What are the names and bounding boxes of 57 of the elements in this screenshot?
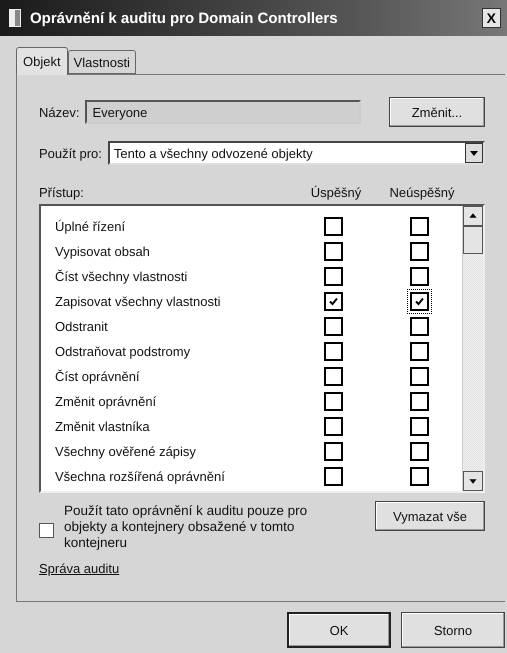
permission-name: Změnit vlastníka <box>55 419 151 434</box>
scroll-up-icon[interactable] <box>463 206 483 226</box>
scroll-thumb[interactable] <box>463 226 483 254</box>
permission-name: Všechna rozšířená oprávnění <box>55 469 226 484</box>
checkbox[interactable] <box>324 242 342 261</box>
permission-name: Odstraňovat podstromy <box>55 344 192 359</box>
checkbox[interactable] <box>324 317 342 336</box>
checkbox[interactable] <box>39 523 54 538</box>
checkbox[interactable] <box>410 392 428 411</box>
checkbox[interactable] <box>410 342 428 361</box>
permission-name: Vypisovat obsah <box>55 244 151 259</box>
permission-name: Číst oprávnění <box>55 369 141 384</box>
checkbox[interactable] <box>324 267 342 286</box>
column-header: Neúspěšný <box>388 185 456 200</box>
checkbox[interactable] <box>410 317 428 336</box>
dialog-button[interactable]: OK <box>287 612 391 648</box>
close-button[interactable]: X <box>482 8 501 28</box>
change-button[interactable]: Změnit... <box>389 97 485 127</box>
checkbox[interactable] <box>410 367 428 386</box>
checkbox[interactable] <box>410 417 428 436</box>
checkbox[interactable] <box>324 392 342 411</box>
checkbox[interactable] <box>410 442 428 461</box>
check-icon <box>328 296 338 307</box>
checkbox[interactable] <box>410 267 428 286</box>
checkbox[interactable] <box>324 217 342 236</box>
checkbox[interactable] <box>324 417 342 436</box>
tab[interactable]: Objekt <box>16 47 68 75</box>
window-title: Oprávnění k auditu pro Domain Controllers <box>30 10 339 26</box>
name-label: Název: <box>39 104 80 120</box>
scrollbar[interactable] <box>462 206 483 491</box>
window-icon <box>8 8 22 28</box>
clear-all-button[interactable]: Vymazat vše <box>375 501 485 531</box>
checkbox[interactable] <box>410 467 428 486</box>
column-header: Úspěšný <box>310 185 362 200</box>
permission-name: Odstranit <box>55 319 109 334</box>
permission-name: Změnit oprávnění <box>55 394 158 409</box>
scroll-down-icon[interactable] <box>463 471 483 491</box>
column-header: Přístup: <box>39 185 85 200</box>
permission-name: Číst všechny vlastnosti <box>55 269 188 284</box>
apply-to-dropdown[interactable]: Tento a všechny odvozené objekty <box>108 141 485 165</box>
check-icon <box>414 296 424 307</box>
tab[interactable]: Vlastnosti <box>68 50 136 74</box>
permission-name: Všechny ověřené zápisy <box>55 444 197 459</box>
checkbox[interactable] <box>410 242 428 261</box>
checkbox[interactable] <box>324 442 342 461</box>
permission-name: Úplné řízení <box>55 219 126 234</box>
checkbox[interactable] <box>410 217 428 236</box>
apply-to-label: Použít pro: <box>39 146 102 160</box>
checkbox[interactable] <box>324 467 342 486</box>
checkbox[interactable] <box>324 342 342 361</box>
checkbox[interactable] <box>324 292 342 311</box>
checkbox[interactable] <box>324 367 342 386</box>
permission-name: Zapisovat všechny vlastnosti <box>55 294 222 309</box>
audit-link[interactable]: Správa auditu <box>39 561 120 576</box>
name-field[interactable]: Everyone <box>85 100 361 124</box>
dialog-button[interactable]: Storno <box>401 612 505 648</box>
checkbox-label: Použít tato oprávnění k auditu pouze pro objekty a kontejnery obsažené v tomto kontejneru <box>64 502 308 551</box>
